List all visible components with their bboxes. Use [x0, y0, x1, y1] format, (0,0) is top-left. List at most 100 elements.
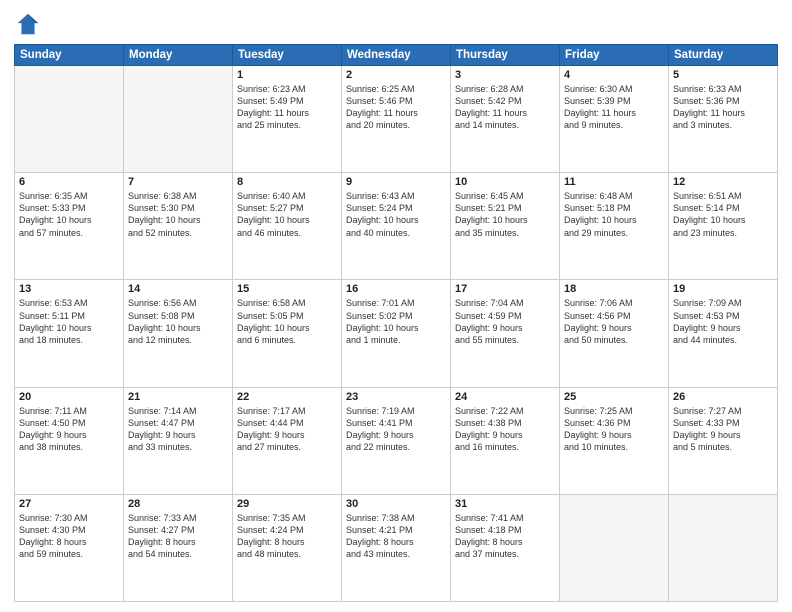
- day-info: Sunrise: 6:38 AM Sunset: 5:30 PM Dayligh…: [128, 190, 228, 239]
- day-info: Sunrise: 6:30 AM Sunset: 5:39 PM Dayligh…: [564, 83, 664, 132]
- day-number: 25: [564, 391, 664, 403]
- day-number: 10: [455, 176, 555, 188]
- day-number: 24: [455, 391, 555, 403]
- calendar-cell: [124, 66, 233, 173]
- calendar-cell: 24Sunrise: 7:22 AM Sunset: 4:38 PM Dayli…: [451, 387, 560, 494]
- day-info: Sunrise: 7:33 AM Sunset: 4:27 PM Dayligh…: [128, 512, 228, 561]
- day-number: 17: [455, 283, 555, 295]
- day-info: Sunrise: 6:53 AM Sunset: 5:11 PM Dayligh…: [19, 297, 119, 346]
- day-info: Sunrise: 6:33 AM Sunset: 5:36 PM Dayligh…: [673, 83, 773, 132]
- day-info: Sunrise: 7:30 AM Sunset: 4:30 PM Dayligh…: [19, 512, 119, 561]
- calendar-cell: [560, 494, 669, 601]
- day-info: Sunrise: 7:04 AM Sunset: 4:59 PM Dayligh…: [455, 297, 555, 346]
- day-info: Sunrise: 7:25 AM Sunset: 4:36 PM Dayligh…: [564, 405, 664, 454]
- calendar-cell: 4 Sunrise: 6:30 AM Sunset: 5:39 PM Daylig…: [560, 66, 669, 173]
- weekday-header-sunday: Sunday: [15, 45, 124, 66]
- day-info: Sunrise: 7:41 AM Sunset: 4:18 PM Dayligh…: [455, 512, 555, 561]
- day-info: Sunrise: 6:58 AM Sunset: 5:05 PM Dayligh…: [237, 297, 337, 346]
- day-number: 18: [564, 283, 664, 295]
- logo-icon: [14, 10, 42, 38]
- day-info: Sunrise: 7:14 AM Sunset: 4:47 PM Dayligh…: [128, 405, 228, 454]
- logo: [14, 10, 46, 38]
- calendar-cell: 16Sunrise: 7:01 AM Sunset: 5:02 PM Dayli…: [342, 280, 451, 387]
- day-number: 11: [564, 176, 664, 188]
- calendar-cell: 22 Sunrise: 7:17 AM Sunset: 4:44 PM Dayli…: [233, 387, 342, 494]
- calendar-cell: 13 Sunrise: 6:53 AM Sunset: 5:11 PM Dayli…: [15, 280, 124, 387]
- day-number: 19: [673, 283, 773, 295]
- day-info: Sunrise: 6:48 AM Sunset: 5:18 PM Dayligh…: [564, 190, 664, 239]
- day-number: 16: [346, 283, 446, 295]
- day-number: 4: [564, 69, 664, 81]
- day-info: Sunrise: 6:45 AM Sunset: 5:21 PM Dayligh…: [455, 190, 555, 239]
- calendar-table: SundayMondayTuesdayWednesdayThursdayFrid…: [14, 44, 778, 602]
- weekday-header-monday: Monday: [124, 45, 233, 66]
- weekday-header-row: SundayMondayTuesdayWednesdayThursdayFrid…: [15, 45, 778, 66]
- day-number: 14: [128, 283, 228, 295]
- day-number: 6: [19, 176, 119, 188]
- day-number: 9: [346, 176, 446, 188]
- calendar-cell: [669, 494, 778, 601]
- calendar-cell: 1 Sunrise: 6:23 AM Sunset: 5:49 PM Daylig…: [233, 66, 342, 173]
- day-number: 29: [237, 498, 337, 510]
- day-number: 23: [346, 391, 446, 403]
- day-info: Sunrise: 6:40 AM Sunset: 5:27 PM Dayligh…: [237, 190, 337, 239]
- calendar-cell: 19Sunrise: 7:09 AM Sunset: 4:53 PM Dayli…: [669, 280, 778, 387]
- weekday-header-saturday: Saturday: [669, 45, 778, 66]
- day-number: 22: [237, 391, 337, 403]
- day-info: Sunrise: 7:38 AM Sunset: 4:21 PM Dayligh…: [346, 512, 446, 561]
- calendar-cell: 31 Sunrise: 7:41 AM Sunset: 4:18 PM Dayli…: [451, 494, 560, 601]
- day-info: Sunrise: 6:43 AM Sunset: 5:24 PM Dayligh…: [346, 190, 446, 239]
- calendar-cell: 23 Sunrise: 7:19 AM Sunset: 4:41 PM Dayli…: [342, 387, 451, 494]
- calendar-cell: 21Sunrise: 7:14 AM Sunset: 4:47 PM Dayli…: [124, 387, 233, 494]
- day-number: 7: [128, 176, 228, 188]
- day-number: 13: [19, 283, 119, 295]
- day-info: Sunrise: 7:17 AM Sunset: 4:44 PM Dayligh…: [237, 405, 337, 454]
- calendar-cell: 2Sunrise: 6:25 AM Sunset: 5:46 PM Daylig…: [342, 66, 451, 173]
- day-number: 27: [19, 498, 119, 510]
- day-number: 20: [19, 391, 119, 403]
- calendar-cell: 11 Sunrise: 6:48 AM Sunset: 5:18 PM Dayli…: [560, 173, 669, 280]
- day-info: Sunrise: 7:11 AM Sunset: 4:50 PM Dayligh…: [19, 405, 119, 454]
- calendar-cell: 14 Sunrise: 6:56 AM Sunset: 5:08 PM Dayli…: [124, 280, 233, 387]
- calendar-cell: 6 Sunrise: 6:35 AM Sunset: 5:33 PM Daylig…: [15, 173, 124, 280]
- calendar-cell: 17 Sunrise: 7:04 AM Sunset: 4:59 PM Dayli…: [451, 280, 560, 387]
- calendar-cell: 7 Sunrise: 6:38 AM Sunset: 5:30 PM Daylig…: [124, 173, 233, 280]
- day-info: Sunrise: 6:35 AM Sunset: 5:33 PM Dayligh…: [19, 190, 119, 239]
- day-number: 31: [455, 498, 555, 510]
- calendar-cell: 20 Sunrise: 7:11 AM Sunset: 4:50 PM Dayli…: [15, 387, 124, 494]
- day-info: Sunrise: 6:25 AM Sunset: 5:46 PM Dayligh…: [346, 83, 446, 132]
- calendar-cell: 25 Sunrise: 7:25 AM Sunset: 4:36 PM Dayli…: [560, 387, 669, 494]
- day-info: Sunrise: 7:35 AM Sunset: 4:24 PM Dayligh…: [237, 512, 337, 561]
- calendar-cell: 9 Sunrise: 6:43 AM Sunset: 5:24 PM Daylig…: [342, 173, 451, 280]
- calendar-cell: 12 Sunrise: 6:51 AM Sunset: 5:14 PM Dayli…: [669, 173, 778, 280]
- day-info: Sunrise: 6:28 AM Sunset: 5:42 PM Dayligh…: [455, 83, 555, 132]
- week-row-4: 27 Sunrise: 7:30 AM Sunset: 4:30 PM Dayli…: [15, 494, 778, 601]
- day-number: 3: [455, 69, 555, 81]
- week-row-0: 1 Sunrise: 6:23 AM Sunset: 5:49 PM Daylig…: [15, 66, 778, 173]
- page: SundayMondayTuesdayWednesdayThursdayFrid…: [0, 0, 792, 612]
- calendar-cell: 27 Sunrise: 7:30 AM Sunset: 4:30 PM Dayli…: [15, 494, 124, 601]
- day-info: Sunrise: 7:19 AM Sunset: 4:41 PM Dayligh…: [346, 405, 446, 454]
- day-number: 26: [673, 391, 773, 403]
- calendar-cell: 5Sunrise: 6:33 AM Sunset: 5:36 PM Daylig…: [669, 66, 778, 173]
- day-info: Sunrise: 6:23 AM Sunset: 5:49 PM Dayligh…: [237, 83, 337, 132]
- calendar-cell: 30 Sunrise: 7:38 AM Sunset: 4:21 PM Dayli…: [342, 494, 451, 601]
- day-info: Sunrise: 6:51 AM Sunset: 5:14 PM Dayligh…: [673, 190, 773, 239]
- day-number: 28: [128, 498, 228, 510]
- day-number: 1: [237, 69, 337, 81]
- week-row-3: 20 Sunrise: 7:11 AM Sunset: 4:50 PM Dayli…: [15, 387, 778, 494]
- calendar-cell: 8Sunrise: 6:40 AM Sunset: 5:27 PM Daylig…: [233, 173, 342, 280]
- day-info: Sunrise: 7:27 AM Sunset: 4:33 PM Dayligh…: [673, 405, 773, 454]
- day-number: 12: [673, 176, 773, 188]
- day-number: 30: [346, 498, 446, 510]
- calendar-cell: 15Sunrise: 6:58 AM Sunset: 5:05 PM Dayli…: [233, 280, 342, 387]
- calendar-cell: [15, 66, 124, 173]
- calendar-cell: 29 Sunrise: 7:35 AM Sunset: 4:24 PM Dayli…: [233, 494, 342, 601]
- weekday-header-thursday: Thursday: [451, 45, 560, 66]
- weekday-header-tuesday: Tuesday: [233, 45, 342, 66]
- day-info: Sunrise: 6:56 AM Sunset: 5:08 PM Dayligh…: [128, 297, 228, 346]
- calendar-cell: 28 Sunrise: 7:33 AM Sunset: 4:27 PM Dayli…: [124, 494, 233, 601]
- calendar-cell: 26 Sunrise: 7:27 AM Sunset: 4:33 PM Dayli…: [669, 387, 778, 494]
- weekday-header-wednesday: Wednesday: [342, 45, 451, 66]
- week-row-1: 6 Sunrise: 6:35 AM Sunset: 5:33 PM Daylig…: [15, 173, 778, 280]
